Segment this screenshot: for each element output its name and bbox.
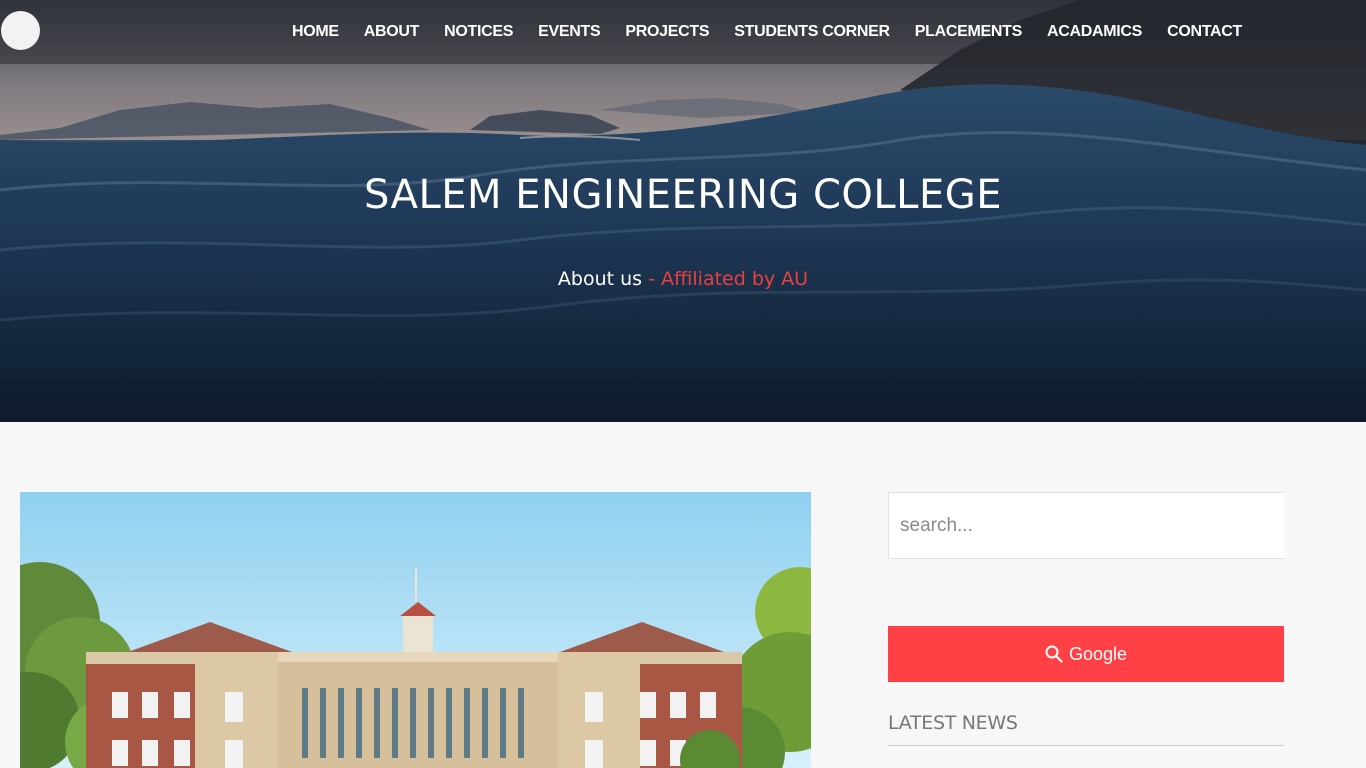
hero-subtitle: About us - Affiliated by AU	[0, 268, 1366, 290]
search-input[interactable]	[889, 493, 1284, 558]
nav-students-corner[interactable]: STUDENTS CORNER	[734, 23, 890, 41]
search-box	[888, 492, 1284, 559]
hero-subtitle-accent: - Affiliated by AU	[648, 268, 809, 290]
search-icon	[1045, 645, 1063, 663]
top-navbar: HOME ABOUT NOTICES EVENTS PROJECTS STUDE…	[0, 0, 1366, 64]
nav-events[interactable]: EVENTS	[538, 23, 601, 41]
hero-subtitle-text: About us	[557, 268, 643, 290]
hero-banner: HOME ABOUT NOTICES EVENTS PROJECTS STUDE…	[0, 0, 1366, 422]
google-button-label: Google	[1068, 643, 1128, 664]
page-title: SALEM ENGINEERING COLLEGE	[364, 172, 1002, 218]
nav-home[interactable]: HOME	[292, 23, 339, 41]
nav-notices[interactable]: NOTICES	[444, 23, 513, 41]
nav-contact[interactable]: CONTACT	[1167, 23, 1242, 41]
logo-circle-icon[interactable]	[1, 11, 40, 50]
nav-placements[interactable]: PLACEMENTS	[915, 23, 1023, 41]
latest-news-heading: LATEST NEWS	[888, 712, 1284, 746]
main-nav: HOME ABOUT NOTICES EVENTS PROJECTS STUDE…	[267, 0, 1242, 64]
google-search-button[interactable]: Google	[888, 626, 1284, 682]
campus-building-image	[20, 492, 811, 768]
nav-about[interactable]: ABOUT	[364, 23, 420, 41]
nav-acadamics[interactable]: ACADAMICS	[1047, 23, 1142, 41]
nav-projects[interactable]: PROJECTS	[625, 23, 709, 41]
